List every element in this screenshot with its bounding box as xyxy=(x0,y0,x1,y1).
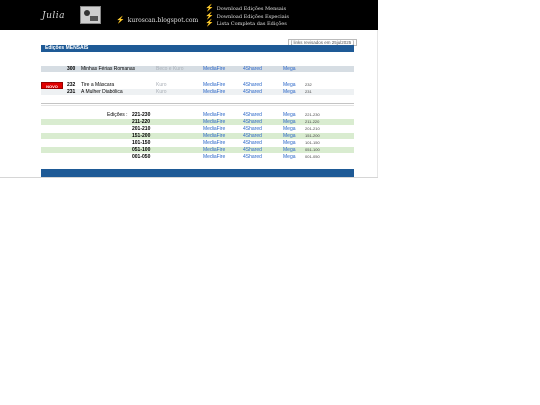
divider xyxy=(41,105,354,106)
scan-credit: Beco e Kuro xyxy=(156,66,184,72)
4shared-link[interactable]: 4Shared xyxy=(243,126,262,132)
divider xyxy=(41,103,354,104)
edition-range: 001-050 xyxy=(132,154,151,160)
lightning-icon: ⚡ xyxy=(205,19,214,27)
mega-link[interactable]: Mega xyxy=(283,140,296,146)
edition-range-small: 211-220 xyxy=(305,119,320,124)
header-link-label: Download Edições Mensais xyxy=(216,6,287,12)
edition-range: 051-100 xyxy=(132,147,151,153)
section-title: Edições MENSAIS xyxy=(45,45,89,51)
4shared-link[interactable]: 4Shared xyxy=(243,147,262,153)
page-border xyxy=(0,177,378,178)
header-link-mensais[interactable]: ⚡ Download Edições Mensais xyxy=(205,5,289,13)
mega-link[interactable]: Mega xyxy=(283,82,296,88)
mediafire-link[interactable]: MediaFire xyxy=(203,66,225,72)
scan-credit: Kuro xyxy=(156,89,167,95)
mega-link[interactable]: Mega xyxy=(283,126,296,132)
edition-range: 151-200 xyxy=(132,133,151,139)
4shared-link[interactable]: 4Shared xyxy=(243,112,262,118)
edition-title: Minhas Férias Romanas xyxy=(81,66,136,72)
header-link-especiais[interactable]: ⚡ Download Edições Especiais xyxy=(205,12,289,21)
edition-range-row: 051-100 MediaFire 4Shared Mega 051-100 xyxy=(41,147,354,153)
4shared-link[interactable]: 4Shared xyxy=(243,82,262,88)
edition-number: 231 xyxy=(67,89,76,95)
recent-row: 231 A Mulher Diabólica Kuro MediaFire 4S… xyxy=(41,89,354,95)
edition-range-row: 201-210 MediaFire 4Shared Mega 201-210 xyxy=(41,126,354,132)
mediafire-link[interactable]: MediaFire xyxy=(203,112,225,118)
mediafire-link[interactable]: MediaFire xyxy=(203,119,225,125)
site-link-label: kuroscan.blogspot.com xyxy=(127,17,199,24)
lightning-icon: ⚡ xyxy=(205,4,214,12)
mega-link[interactable]: Mega xyxy=(283,89,296,95)
edition-number: 300 xyxy=(67,66,76,72)
header-links: ⚡ Download Edições Mensais ⚡ Download Ediç… xyxy=(205,5,289,28)
mega-link[interactable]: Mega xyxy=(283,147,296,153)
mega-link[interactable]: Mega xyxy=(283,119,296,125)
header-link-label: Lista Completa das Edições xyxy=(216,21,287,27)
featured-row: 300 Minhas Férias Romanas Beco e Kuro Me… xyxy=(41,66,354,72)
mediafire-link[interactable]: MediaFire xyxy=(203,89,225,95)
mega-link[interactable]: Mega xyxy=(283,66,296,72)
scan-credit: Kuro xyxy=(156,82,167,88)
4shared-link[interactable]: 4Shared xyxy=(243,140,262,146)
4shared-link[interactable]: 4Shared xyxy=(243,89,262,95)
edition-range-small: 101-150 xyxy=(305,140,320,145)
edition-range-row: 001-050 MediaFire 4Shared Mega 001-050 xyxy=(41,154,354,160)
4shared-link[interactable]: 4Shared xyxy=(243,154,262,160)
mediafire-link[interactable]: MediaFire xyxy=(203,154,225,160)
edition-range: 201-210 xyxy=(132,126,151,132)
edition-range-row: Edições : 221-230 MediaFire 4Shared Mega… xyxy=(41,112,354,118)
edition-range-row: 101-150 MediaFire 4Shared Mega 101-150 xyxy=(41,140,354,146)
mediafire-link[interactable]: MediaFire xyxy=(203,133,225,139)
edition-range-row: 211-220 MediaFire 4Shared Mega 211-220 xyxy=(41,119,354,125)
site-link[interactable]: ⚡ kuroscan.blogspot.com xyxy=(116,16,199,25)
footer-bar xyxy=(41,169,354,177)
edition-range-small: 001-050 xyxy=(305,154,320,159)
page-border xyxy=(377,30,378,177)
mediafire-link[interactable]: MediaFire xyxy=(203,147,225,153)
mega-link[interactable]: Mega xyxy=(283,112,296,118)
edition-title: Tire a Máscara xyxy=(81,82,115,88)
logo-image[interactable] xyxy=(80,6,101,24)
edition-range-small: 221-230 xyxy=(305,112,320,117)
4shared-link[interactable]: 4Shared xyxy=(243,66,262,72)
edition-title: A Mulher Diabólica xyxy=(81,89,123,95)
edition-range: 101-150 xyxy=(132,140,151,146)
lightning-icon: ⚡ xyxy=(116,16,125,24)
edition-range: 221-230 xyxy=(132,112,151,118)
mediafire-link[interactable]: MediaFire xyxy=(203,126,225,132)
mega-link[interactable]: Mega xyxy=(283,133,296,139)
editions-label: Edições : xyxy=(107,112,128,118)
logo-text: Julia xyxy=(42,11,66,21)
edition-range-row: 151-200 MediaFire 4Shared Mega 151-200 xyxy=(41,133,354,139)
4shared-link[interactable]: 4Shared xyxy=(243,119,262,125)
recent-row: 232 Tire a Máscara Kuro MediaFire 4Share… xyxy=(41,82,354,88)
mediafire-link[interactable]: MediaFire xyxy=(203,82,225,88)
edition-range: 211-220 xyxy=(132,119,151,125)
site-header: Julia ⚡ kuroscan.blogspot.com ⚡ Download E… xyxy=(0,0,378,30)
edition-number: 232 xyxy=(67,82,76,88)
mediafire-link[interactable]: MediaFire xyxy=(203,140,225,146)
edition-range-small: 231 xyxy=(305,89,312,94)
4shared-link[interactable]: 4Shared xyxy=(243,133,262,139)
header-link-label: Download Edições Especiais xyxy=(216,13,289,20)
header-link-lista[interactable]: ⚡ Lista Completa das Edições xyxy=(205,20,289,28)
edition-range-small: 232 xyxy=(305,82,312,87)
edition-range-small: 051-100 xyxy=(305,147,320,152)
mega-link[interactable]: Mega xyxy=(283,154,296,160)
edition-range-small: 201-210 xyxy=(305,126,320,131)
edition-range-small: 151-200 xyxy=(305,133,320,138)
